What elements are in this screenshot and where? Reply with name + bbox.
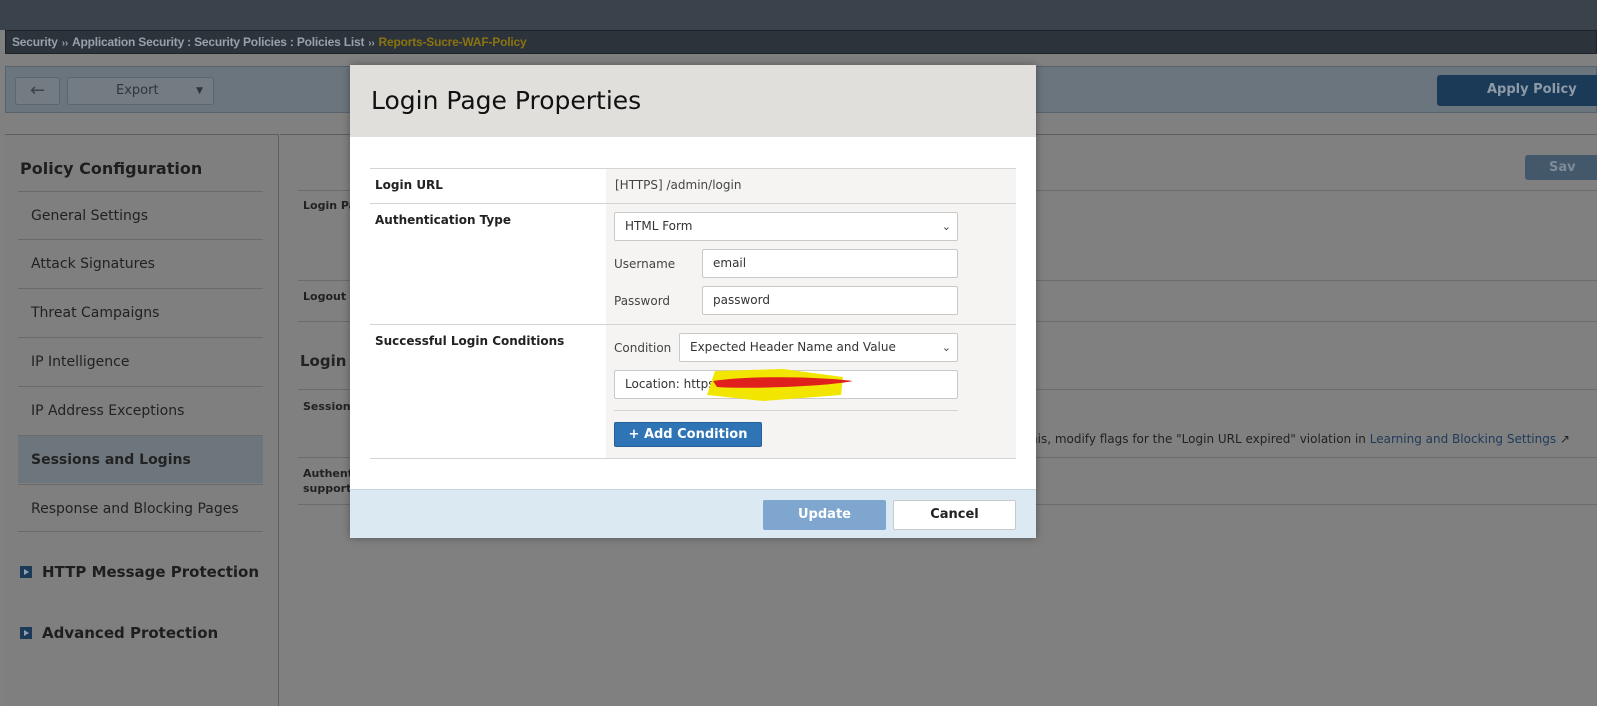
breadcrumb: Security ›› Application Security : Securit…	[5, 30, 1597, 54]
export-label: Export	[116, 83, 159, 98]
sidebar-item-response-blocking-pages[interactable]: Response and Blocking Pages	[18, 484, 263, 532]
condition-select[interactable]: Expected Header Name and Value ⌄	[679, 333, 958, 362]
sidebar-item-threat-campaigns[interactable]: Threat Campaigns	[18, 288, 263, 336]
auth-type-value: HTML Form	[625, 219, 693, 233]
chevron-down-icon: ⌄	[941, 341, 951, 354]
login-url-row: Login URL [HTTPS] /admin/login	[370, 169, 1016, 204]
sidebar-title: Policy Configuration	[20, 159, 203, 178]
password-input[interactable]: password	[702, 286, 958, 315]
chevron-down-icon: ⌄	[941, 220, 951, 233]
condition-label: Condition	[614, 341, 672, 355]
plus-icon: +	[628, 427, 640, 442]
username-label: Username	[614, 257, 676, 271]
login-conditions-label: Successful Login Conditions	[375, 334, 565, 348]
update-button[interactable]: Update	[763, 500, 886, 530]
group-label: HTTP Message Protection	[42, 563, 260, 581]
login-conditions-row: Successful Login Conditions Condition Ex…	[370, 325, 1016, 459]
login-url-cell: [HTTPS] /admin/login	[606, 169, 1016, 203]
sidebar-item-ip-address-exceptions[interactable]: IP Address Exceptions	[18, 386, 263, 434]
properties-table: Login URL [HTTPS] /admin/login Authentic…	[370, 168, 1016, 459]
apply-policy-button[interactable]: Apply Policy	[1437, 75, 1597, 106]
group-label: Advanced Protection	[42, 624, 219, 642]
back-button[interactable]: ←	[15, 77, 60, 105]
login-url-value: [HTTPS] /admin/login	[615, 178, 742, 192]
divider	[614, 410, 958, 411]
arrow-left-icon: ←	[29, 80, 46, 101]
login-page-properties-dialog: Login Page Properties Login URL [HTTPS] …	[350, 65, 1036, 538]
expand-icon	[20, 566, 32, 578]
session-label: Session	[303, 400, 351, 413]
breadcrumb-policies-list[interactable]: Application Security : Security Policies…	[72, 35, 364, 49]
breadcrumb-security[interactable]: Security	[12, 35, 58, 49]
external-link-icon: ↗	[1559, 432, 1570, 446]
export-button[interactable]: Export ▼	[67, 77, 214, 105]
expand-icon	[20, 627, 32, 639]
password-label: Password	[614, 294, 671, 308]
auth-type-label: Authentication Type	[375, 213, 511, 227]
sidebar: Policy Configuration General Settings At…	[5, 134, 279, 706]
auth-type-row: Authentication Type HTML Form ⌄ Username …	[370, 204, 1016, 325]
sidebar-item-general-settings[interactable]: General Settings	[18, 191, 263, 239]
auth-type-cell: HTML Form ⌄ Username email Password passw…	[606, 204, 1016, 324]
sidebar-item-ip-intelligence[interactable]: IP Intelligence	[18, 337, 263, 385]
sidebar-item-sessions-and-logins[interactable]: Sessions and Logins	[18, 435, 263, 483]
login-conditions-cell: Condition Expected Header Name and Value…	[606, 325, 1016, 458]
login-pages-label: Login Pa	[303, 199, 357, 212]
dialog-footer: Update Cancel	[350, 489, 1036, 538]
condition-value-input[interactable]: Location: https://	[614, 369, 958, 401]
sidebar-item-attack-signatures[interactable]: Attack Signatures	[18, 239, 263, 287]
dialog-title: Login Page Properties	[350, 65, 1036, 137]
top-banner	[0, 0, 1597, 30]
save-button[interactable]: Sav	[1525, 155, 1597, 180]
violation-note: his, modify flags for the "Login URL exp…	[1030, 432, 1570, 446]
redaction-mark	[707, 369, 853, 401]
note-text: his, modify flags for the "Login URL exp…	[1030, 432, 1370, 446]
breadcrumb-current: Reports-Sucre-WAF-Policy	[378, 35, 527, 49]
login-section-heading: Login I	[300, 352, 358, 370]
login-url-label: Login URL	[375, 178, 443, 192]
auth-type-select[interactable]: HTML Form ⌄	[614, 212, 958, 241]
sidebar-group-http-message-protection[interactable]: HTTP Message Protection	[20, 563, 259, 581]
condition-value: Expected Header Name and Value	[690, 340, 896, 354]
learning-blocking-link[interactable]: Learning and Blocking Settings	[1370, 432, 1556, 446]
add-condition-label: Add Condition	[643, 427, 748, 442]
auth-label: Authent	[303, 467, 353, 480]
breadcrumb-separator: ››	[61, 38, 69, 49]
add-condition-button[interactable]: + Add Condition	[614, 422, 762, 447]
breadcrumb-separator: ››	[368, 38, 375, 49]
caret-down-icon: ▼	[196, 86, 203, 96]
sidebar-group-advanced-protection[interactable]: Advanced Protection	[20, 624, 218, 642]
cancel-button[interactable]: Cancel	[893, 500, 1016, 530]
support-label: support	[303, 482, 352, 495]
username-input[interactable]: email	[702, 249, 958, 278]
